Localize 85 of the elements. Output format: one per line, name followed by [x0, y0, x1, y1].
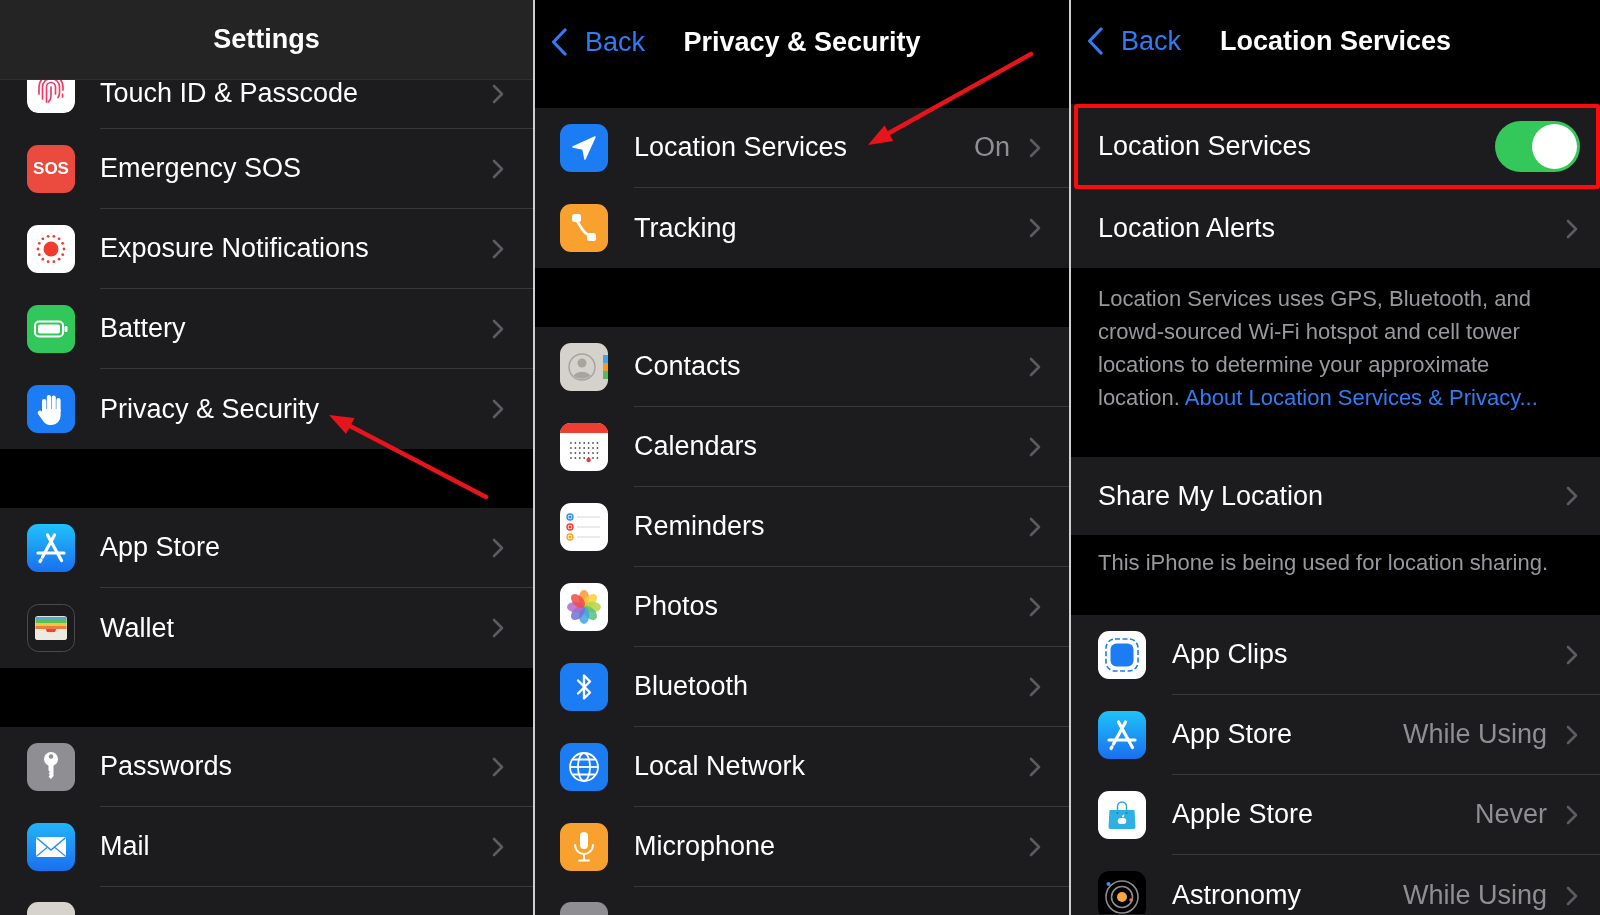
contact-card-icon [560, 343, 608, 391]
list-row[interactable]: Calendars [535, 407, 1069, 487]
chevron-icon [492, 318, 504, 339]
chevron-icon [1029, 218, 1041, 238]
list-row[interactable]: App Clips [1071, 615, 1600, 695]
microphone-icon [560, 823, 608, 871]
calendar-icon [560, 423, 608, 471]
list-row[interactable]: Contacts [535, 327, 1069, 407]
row-value: While Using [1402, 880, 1547, 911]
path-nodes-icon [560, 204, 608, 252]
shopping-bag-icon [1098, 791, 1146, 839]
toggle-label: Location Services [1098, 131, 1312, 162]
list-icon [560, 503, 608, 551]
list-row[interactable]: Share My Location [1071, 457, 1600, 535]
orbit-icon [1098, 871, 1146, 914]
chevron-icon [1029, 436, 1041, 457]
about-link[interactable]: About Location Services & Privacy... [1184, 385, 1538, 410]
chevron-icon [492, 836, 504, 857]
list-row[interactable]: Reminders [535, 487, 1069, 567]
chevron-icon [1029, 356, 1041, 377]
sos-icon: SOS [27, 145, 75, 193]
list-row[interactable]: Location Alerts [1071, 189, 1600, 268]
list-row[interactable]: Local Network [535, 727, 1069, 807]
list-row[interactable]: Wallet [0, 588, 533, 668]
chevron-left-icon [1087, 27, 1103, 55]
a-symbol-icon [1098, 711, 1146, 759]
chevron-icon [1566, 804, 1578, 825]
page-title: Settings [213, 24, 320, 55]
chevron-icon [1566, 644, 1578, 665]
chevron-icon [1566, 218, 1578, 239]
chevron-icon [1029, 516, 1041, 537]
globe-icon [560, 743, 608, 791]
list-row[interactable]: Apple Store Never [1071, 775, 1600, 855]
battery-icon [27, 305, 75, 353]
dashed-square-icon [1098, 631, 1146, 679]
envelope-icon [27, 823, 75, 871]
description-text: Location Services uses GPS, Bluetooth, and crowd-sourced Wi-Fi hotspot and cell tower locations to determine your approximate location. About Location Services & Privacy... [1097, 285, 1539, 412]
chevron-left-icon [551, 28, 567, 56]
list-row[interactable]: Passwords [0, 727, 533, 807]
dotted-sun-icon [27, 225, 75, 273]
wallet-icon [27, 604, 75, 652]
fingerprint-icon [27, 80, 75, 113]
list-row[interactable]: Exposure Notifications [0, 209, 533, 289]
app-icon [560, 902, 608, 915]
back-button[interactable]: Back [1087, 25, 1182, 57]
chevron-icon [1029, 137, 1041, 158]
bluetooth-icon [560, 663, 608, 711]
list-row[interactable]: App Store While Using [1071, 695, 1600, 775]
list-row[interactable]: Microphone [535, 807, 1069, 887]
chevron-icon [492, 537, 504, 558]
list-row[interactable]: Astronomy While Using [1071, 855, 1600, 915]
a-symbol-icon [27, 524, 75, 572]
chevron-icon [492, 238, 504, 259]
chevron-icon [1029, 836, 1041, 857]
list-row[interactable]: Mail [0, 807, 533, 887]
chevron-icon [492, 84, 504, 104]
hand-icon [27, 385, 75, 433]
page-title: Privacy & Security [683, 26, 921, 58]
chevron-icon [492, 158, 504, 179]
back-button[interactable]: Back [551, 26, 646, 58]
footer-text: This iPhone is being used for location sharing. [1097, 549, 1550, 577]
row-value: While Using [1402, 719, 1547, 750]
list-row[interactable]: SOS Emergency SOS [0, 129, 533, 209]
row-value: Never [1474, 799, 1547, 830]
list-row[interactable]: Photos [535, 567, 1069, 647]
list-row[interactable]: App Store [0, 508, 533, 588]
list-row[interactable]: Touch ID & Passcode [0, 80, 533, 129]
app-icon [27, 902, 75, 915]
list-row[interactable]: Bluetooth [535, 647, 1069, 727]
chevron-icon [492, 618, 504, 638]
row-value: On [973, 132, 1010, 163]
chevron-icon [492, 756, 504, 777]
chevron-icon [1566, 486, 1578, 506]
key-icon [27, 743, 75, 791]
flower-icon [560, 583, 608, 631]
page-title: Location Services [1219, 25, 1452, 57]
chevron-icon [1566, 886, 1578, 906]
list-row[interactable]: Battery [0, 289, 533, 369]
chevron-icon [1029, 756, 1041, 777]
chevron-icon [1029, 676, 1041, 697]
list-row[interactable]: Tracking [535, 188, 1069, 268]
toggle-switch[interactable] [1495, 121, 1580, 172]
chevron-icon [1566, 724, 1578, 745]
chevron-icon [1029, 596, 1041, 617]
chevron-icon [492, 399, 504, 419]
